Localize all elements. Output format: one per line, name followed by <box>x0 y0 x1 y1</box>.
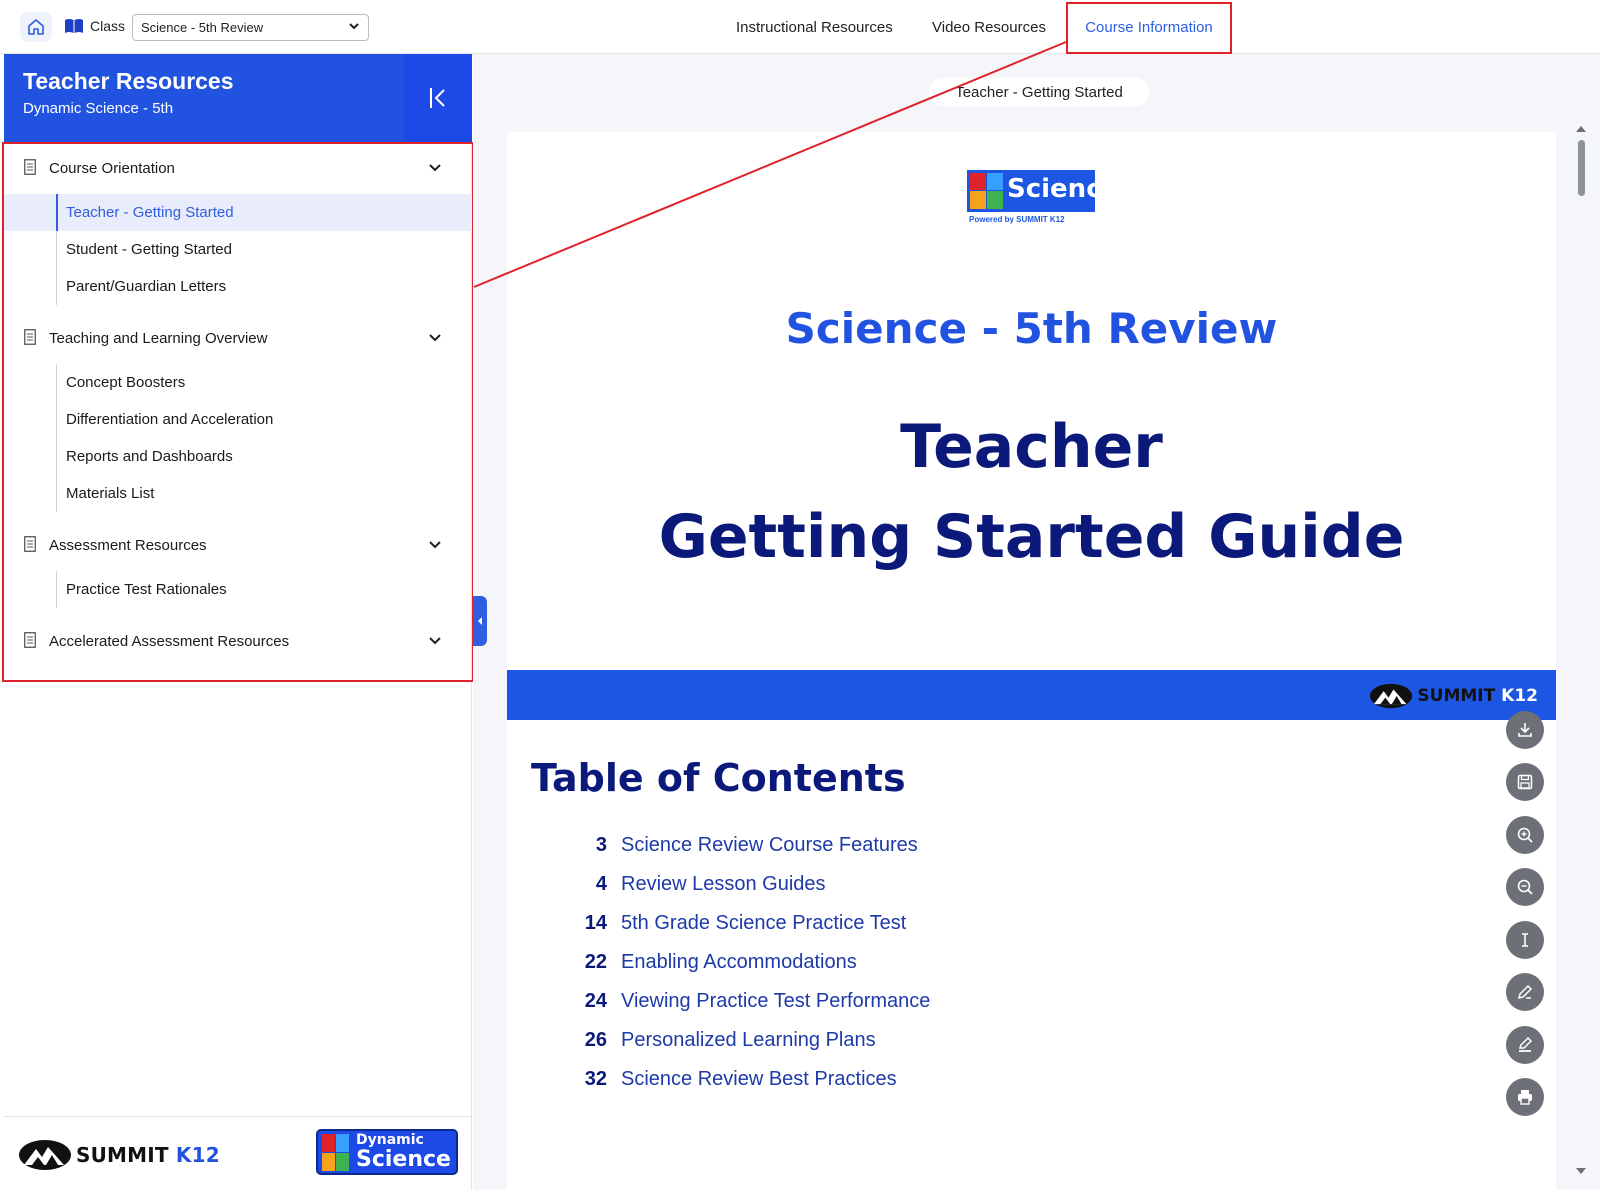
summit-k12-logo: SUMMIT K12 <box>18 1139 220 1171</box>
band-summit-logo: SUMMIT K12 <box>1369 683 1538 709</box>
toc-row[interactable]: 26 Personalized Learning Plans <box>557 1025 876 1055</box>
tab-label: Video Resources <box>932 18 1046 36</box>
toc-title: Table of Contents <box>531 756 906 800</box>
toc-entry: Science Review Best Practices <box>621 1067 897 1090</box>
pdf-page: Science Powered by SUMMIT K12 Science - … <box>507 132 1556 1190</box>
zoom-in-button[interactable] <box>1506 816 1544 854</box>
mountain-logo-icon <box>19 1140 71 1170</box>
toc-row[interactable]: 14 5th Grade Science Practice Test <box>557 908 907 938</box>
toc-page: 32 <box>584 1067 607 1090</box>
sidebar-header: Teacher Resources Dynamic Science - 5th <box>4 54 472 142</box>
print-icon <box>1518 1090 1532 1105</box>
collapse-sidebar-button[interactable] <box>404 54 472 142</box>
home-icon <box>28 19 44 35</box>
save-button[interactable] <box>1506 763 1544 801</box>
toc-entry: Science Review Course Features <box>621 833 918 856</box>
toc-row[interactable]: 24 Viewing Practice Test Performance <box>557 986 931 1016</box>
zoom-out-icon <box>1517 879 1533 895</box>
highlight-button[interactable] <box>1506 1026 1544 1064</box>
toc-entry: Review Lesson Guides <box>621 872 826 895</box>
download-button[interactable] <box>1506 711 1544 749</box>
app-window: Class Science - 5th Review Instructional… <box>0 0 1600 1190</box>
book-icon <box>65 19 83 33</box>
scroll-down-arrow[interactable] <box>1576 1168 1586 1174</box>
class-select[interactable]: Science - 5th Review <box>132 14 369 41</box>
sidebar-footer: SUMMIT K12 Dynamic Science <box>4 1116 472 1190</box>
toc-entry: 5th Grade Science Practice Test <box>621 911 907 934</box>
toc-row[interactable]: 3 Science Review Course Features <box>557 830 918 860</box>
toc-entry: Enabling Accommodations <box>621 950 857 973</box>
pen-icon <box>1517 984 1533 1000</box>
annotation-box-sidebar <box>2 142 474 682</box>
science-logo: Science Powered by SUMMIT K12 <box>967 170 1119 228</box>
toc-page: 3 <box>595 833 607 856</box>
toc-entry: Personalized Learning Plans <box>621 1028 876 1051</box>
top-bar: Class Science - 5th Review Instructional… <box>0 0 1600 54</box>
zoom-out-button[interactable] <box>1506 868 1544 906</box>
highlight-icon <box>1518 1036 1533 1052</box>
guide-heading-line1: Teacher <box>900 412 1163 482</box>
guide-heading-line2: Getting Started Guide <box>658 502 1405 572</box>
text-select-button[interactable] <box>1506 921 1544 959</box>
sidebar-subtitle: Dynamic Science - 5th <box>23 100 174 117</box>
toc-page: 24 <box>584 989 607 1012</box>
draw-button[interactable] <box>1506 973 1544 1011</box>
save-icon <box>1517 774 1533 790</box>
toc-row[interactable]: 32 Science Review Best Practices <box>557 1064 897 1094</box>
course-heading: Science - 5th Review <box>785 304 1278 353</box>
summit-logo-text: SUMMIT <box>76 1143 169 1167</box>
toc-entry: Viewing Practice Test Performance <box>621 989 931 1012</box>
annotation-box-tab <box>1066 2 1232 54</box>
toc-page: 4 <box>595 872 607 895</box>
print-button[interactable] <box>1506 1078 1544 1116</box>
tab-video-resources[interactable]: Video Resources <box>932 0 1046 54</box>
guide-heading: Teacher Getting Started Guide <box>507 402 1556 582</box>
zoom-in-icon <box>1517 827 1533 843</box>
band-k12-text: K12 <box>1501 686 1538 706</box>
main-content: Teacher - Getting Started Science Powere… <box>473 54 1600 1190</box>
k12-logo-text: K12 <box>175 1143 220 1167</box>
science-logo-text: Science <box>1007 174 1120 204</box>
ds-logo-top: Dynamic <box>356 1132 424 1148</box>
collapse-left-icon <box>430 88 445 108</box>
science-tiles-icon <box>322 1134 349 1171</box>
scrollbar[interactable] <box>1574 126 1588 1174</box>
class-select-value: Science - 5th Review <box>141 20 264 35</box>
toc-row[interactable]: 22 Enabling Accommodations <box>557 947 857 977</box>
blue-band: SUMMIT K12 <box>507 670 1556 720</box>
class-label: Class <box>90 18 126 34</box>
tab-label: Instructional Resources <box>736 18 893 36</box>
toc-page: 26 <box>584 1028 607 1051</box>
text-cursor-icon <box>1522 933 1528 947</box>
caret-left-icon <box>478 617 482 625</box>
dynamic-science-logo: Dynamic Science <box>316 1129 458 1175</box>
toc-page: 14 <box>584 911 607 934</box>
download-icon <box>1518 723 1532 737</box>
ds-logo-bottom: Science <box>356 1147 451 1172</box>
scroll-thumb[interactable] <box>1578 140 1585 196</box>
powered-by-text: Powered by SUMMIT K12 <box>969 215 1065 224</box>
document-title: Teacher - Getting Started <box>929 78 1149 106</box>
chevron-down-icon <box>349 23 359 30</box>
toc-page: 22 <box>584 950 607 973</box>
home-button[interactable] <box>20 12 52 42</box>
tab-instructional-resources[interactable]: Instructional Resources <box>736 0 893 54</box>
sidebar-title: Teacher Resources <box>23 68 234 94</box>
mountain-logo-icon <box>1370 683 1413 709</box>
band-summit-text: SUMMIT <box>1417 686 1496 706</box>
toc-row[interactable]: 4 Review Lesson Guides <box>557 869 826 899</box>
drawer-toggle[interactable] <box>473 596 487 646</box>
scroll-up-arrow[interactable] <box>1576 126 1586 132</box>
